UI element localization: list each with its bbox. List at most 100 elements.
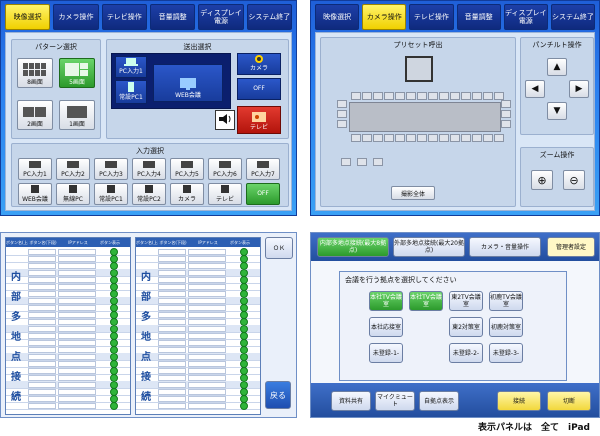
seat-preset[interactable]	[351, 134, 361, 142]
seat-preset[interactable]	[472, 92, 482, 100]
input-button[interactable]: カメラ	[170, 183, 204, 205]
seat-preset[interactable]	[501, 110, 511, 118]
pan-left-button[interactable]: ◀	[525, 80, 545, 98]
admin-settings-button[interactable]: 管理者設定	[547, 237, 595, 257]
seat-preset[interactable]	[483, 92, 493, 100]
input-button[interactable]: PC入力7	[246, 158, 280, 180]
tab-volume[interactable]: 音量調整	[149, 4, 196, 30]
site-button[interactable]: 東2TV会議室	[449, 291, 483, 311]
seat-preset[interactable]	[337, 120, 347, 128]
tab-video-select[interactable]: 映像選択	[315, 4, 360, 30]
site-button[interactable]: 初鹿TV会議室	[489, 291, 523, 311]
seat-preset[interactable]	[362, 92, 372, 100]
out-tv-button[interactable]: テレビ	[237, 106, 281, 134]
site-button[interactable]: 本社TV会議室	[369, 291, 403, 311]
out-off-button[interactable]: OFF	[237, 78, 281, 100]
tab-video-select[interactable]: 映像選択	[5, 4, 51, 30]
status-dot[interactable]	[240, 402, 248, 410]
seat-preset[interactable]	[461, 92, 471, 100]
tab-tv[interactable]: テレビ操作	[409, 4, 454, 30]
tab-camera-volume[interactable]: カメラ・音量操作	[469, 237, 541, 257]
zoom-in-button[interactable]: ⊕	[531, 170, 553, 190]
tab-system-exit[interactable]: システム終了	[550, 4, 596, 30]
seat-preset[interactable]	[406, 134, 416, 142]
tilt-down-button[interactable]: ▼	[547, 102, 567, 120]
cell-input[interactable]	[158, 403, 186, 409]
seat-preset[interactable]	[337, 100, 347, 108]
tab-volume[interactable]: 音量調整	[456, 4, 501, 30]
pattern-2-button[interactable]: 2画面	[17, 100, 53, 130]
out-pc1-button[interactable]: PC入力1	[115, 56, 147, 78]
site-button[interactable]: 東2対策室	[449, 317, 483, 337]
status-dot[interactable]	[110, 402, 118, 410]
seat-preset[interactable]	[472, 134, 482, 142]
site-button[interactable]: 本社応接室	[369, 317, 403, 337]
seat-preset[interactable]	[483, 134, 493, 142]
pan-right-button[interactable]: ▶	[569, 80, 589, 98]
input-button[interactable]: 無線PC	[56, 183, 90, 205]
seat-preset[interactable]	[450, 134, 460, 142]
share-docs-button[interactable]: 資料共有	[331, 391, 371, 411]
input-button[interactable]: テレビ	[208, 183, 242, 205]
seat-preset[interactable]	[428, 92, 438, 100]
seat-preset[interactable]	[428, 134, 438, 142]
seat-preset[interactable]	[384, 134, 394, 142]
table-row[interactable]	[6, 402, 130, 410]
cell-ip[interactable]	[58, 403, 96, 409]
seat-preset[interactable]	[395, 134, 405, 142]
site-button[interactable]: 初鹿対策室	[489, 317, 523, 337]
input-button[interactable]: PC入力4	[132, 158, 166, 180]
seat-preset[interactable]	[439, 134, 449, 142]
seat-preset[interactable]	[439, 92, 449, 100]
out-camera-button[interactable]: カメラ	[237, 53, 281, 75]
zoom-out-button[interactable]: ⊖	[563, 170, 585, 190]
seat-preset[interactable]	[406, 92, 416, 100]
seat-preset[interactable]	[384, 92, 394, 100]
seat-preset[interactable]	[501, 120, 511, 128]
input-button[interactable]: PC入力6	[208, 158, 242, 180]
preset-all-button[interactable]: 撮影全体	[391, 186, 435, 200]
site-button[interactable]: 未登録-2-	[449, 343, 483, 363]
tab-internal-multipoint[interactable]: 内部多地点接続(最大8拠点)	[317, 237, 389, 257]
seat-preset[interactable]	[501, 100, 511, 108]
tab-external-multipoint[interactable]: 外部多地点接続(最大20拠点)	[393, 237, 465, 257]
input-button[interactable]: 常設PC2	[132, 183, 166, 205]
cell-input[interactable]	[28, 403, 56, 409]
connect-button[interactable]: 接続	[497, 391, 541, 411]
out-fixedpc-button[interactable]: 常設PC1	[115, 80, 147, 104]
seat-preset[interactable]	[373, 134, 383, 142]
mic-mute-button[interactable]: マイクミュート	[375, 391, 415, 411]
tab-camera[interactable]: カメラ操作	[362, 4, 407, 30]
input-button[interactable]: PC入力3	[94, 158, 128, 180]
seat-preset[interactable]	[337, 110, 347, 118]
cell-ip[interactable]	[188, 403, 226, 409]
seat-preset[interactable]	[357, 158, 367, 166]
pattern-1-button[interactable]: 1画面	[59, 100, 95, 130]
tab-system-exit[interactable]: システム終了	[246, 4, 292, 30]
seat-preset[interactable]	[494, 134, 504, 142]
site-button[interactable]: 未登録-3-	[489, 343, 523, 363]
speaker-button[interactable]	[215, 110, 235, 130]
seat-preset[interactable]	[341, 158, 351, 166]
site-button[interactable]: 本社TV会議室	[409, 291, 443, 311]
seat-preset[interactable]	[351, 92, 361, 100]
self-view-button[interactable]: 自拠点表示	[419, 391, 459, 411]
seat-preset[interactable]	[450, 92, 460, 100]
back-button[interactable]: 戻る	[265, 381, 291, 409]
table-row[interactable]	[136, 402, 260, 410]
pattern-5-button[interactable]: 5画面	[59, 58, 95, 88]
seat-preset[interactable]	[461, 134, 471, 142]
site-button[interactable]: 未登録-1-	[369, 343, 403, 363]
input-button[interactable]: PC入力2	[56, 158, 90, 180]
camera-preset-1[interactable]	[405, 56, 433, 82]
input-button[interactable]: PC入力5	[170, 158, 204, 180]
seat-preset[interactable]	[417, 92, 427, 100]
seat-preset[interactable]	[494, 92, 504, 100]
pattern-8-button[interactable]: 8画面	[17, 58, 53, 88]
tab-display-power[interactable]: ディスプレイ電源	[198, 4, 244, 30]
input-off-button[interactable]: OFF	[246, 183, 280, 205]
tab-display-power[interactable]: ディスプレイ電源	[503, 4, 548, 30]
disconnect-button[interactable]: 切断	[547, 391, 591, 411]
out-web-button[interactable]: WEB会議	[153, 64, 223, 102]
input-button[interactable]: WEB会議	[18, 183, 52, 205]
